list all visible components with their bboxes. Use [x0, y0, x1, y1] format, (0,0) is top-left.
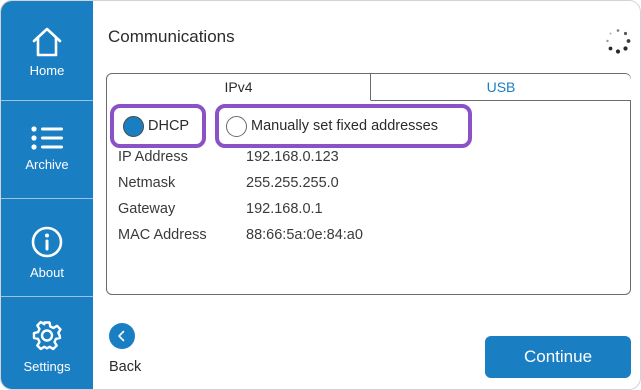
info-value: 88:66:5a:0e:84:a0: [246, 227, 363, 243]
back-label[interactable]: Back: [109, 359, 141, 375]
info-label: MAC Address: [118, 227, 207, 243]
home-icon: [32, 27, 62, 57]
manual-address-label: Manually set fixed addresses: [251, 118, 438, 134]
sidebar-item-label: Home: [29, 63, 65, 78]
dhcp-label: DHCP: [148, 118, 190, 134]
divider: [1, 100, 93, 101]
info-label: Gateway: [118, 201, 176, 217]
sidebar-item-settings[interactable]: Settings: [1, 319, 93, 374]
info-value: 192.168.0.1: [246, 201, 323, 217]
radio-unselected-icon: [226, 115, 247, 137]
loading-spinner-icon: [606, 29, 631, 54]
back-button[interactable]: [109, 323, 135, 349]
sidebar-item-label: Archive: [25, 157, 69, 172]
tab-usb[interactable]: USB: [371, 74, 631, 101]
manual-address-radio[interactable]: Manually set fixed addresses: [215, 104, 472, 148]
sidebar-item-archive[interactable]: Archive: [1, 125, 93, 172]
radio-selected-icon: [123, 115, 144, 137]
info-value: 192.168.0.123: [246, 149, 339, 165]
sidebar-item-label: Settings: [23, 359, 71, 374]
page-title: Communications: [108, 27, 235, 46]
sidebar-item-label: About: [30, 265, 64, 280]
sidebar-item-about[interactable]: About: [1, 225, 93, 280]
list-icon: [31, 126, 63, 150]
tab-label: IPv4: [224, 79, 253, 95]
gear-icon: [32, 320, 62, 351]
info-label: IP Address: [118, 149, 188, 165]
divider: [1, 198, 93, 199]
info-value: 255.255.255.0: [246, 175, 339, 191]
info-icon: [31, 226, 63, 258]
chevron-left-icon: [118, 330, 125, 342]
app-window: Home Archive About Settings Communicatio…: [0, 0, 641, 390]
sidebar-item-home[interactable]: Home: [1, 27, 93, 78]
tab-ipv4[interactable]: IPv4: [107, 74, 371, 101]
dhcp-radio[interactable]: DHCP: [110, 104, 206, 148]
sidebar: Home Archive About Settings: [1, 1, 93, 389]
tab-label: USB: [486, 79, 516, 95]
divider: [1, 296, 93, 297]
info-label: Netmask: [118, 175, 176, 191]
continue-button[interactable]: Continue: [485, 336, 631, 378]
